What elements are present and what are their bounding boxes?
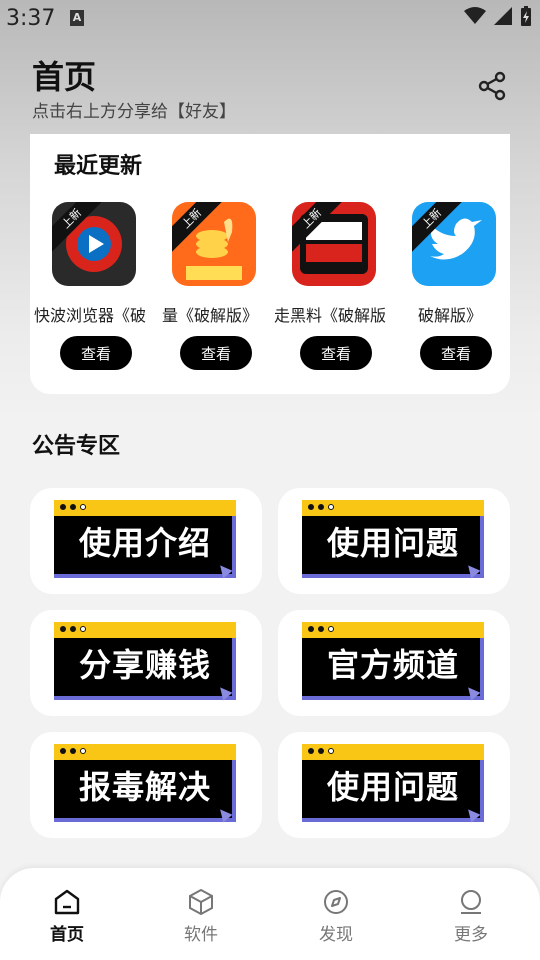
view-button[interactable]: 查看 (420, 336, 492, 370)
notice-tile[interactable]: 官方频道 (278, 610, 510, 716)
notice-banner: 使用问题 (302, 744, 484, 824)
box-icon (189, 888, 213, 916)
notice-label: 官方频道 (326, 646, 459, 684)
recent-app-list: 上新 快波浏览器《破 查看 上新 量《破解版》 查看 上新 走黑料《破解版 查看 (30, 202, 510, 382)
recent-heading: 最近更新 (54, 154, 143, 179)
nav-label: 软件 (184, 925, 218, 945)
notice-banner: 使用问题 (302, 500, 484, 580)
bottom-nav: 首页 软件 发现 更多 (0, 868, 540, 960)
view-button[interactable]: 查看 (180, 336, 252, 370)
status-icons (464, 6, 532, 26)
compass-icon (324, 890, 348, 914)
app-card[interactable]: 上新 走黑料《破解版 查看 (270, 202, 390, 382)
battery-icon (521, 6, 531, 26)
notice-banner: 使用介绍 (54, 500, 236, 580)
app-card[interactable]: 上新 快波浏览器《破 查看 (30, 202, 150, 382)
nav-item-more[interactable]: 更多 (431, 888, 511, 948)
notice-banner: 报毒解决 (54, 744, 236, 824)
signal-icon (494, 7, 512, 25)
app-name: 走黑料《破解版 (273, 306, 386, 325)
nav-label: 更多 (454, 925, 488, 945)
notice-label: 分享赚钱 (78, 646, 211, 684)
nav-label: 发现 (319, 925, 353, 945)
page-title: 首页 (32, 58, 97, 96)
notice-tile[interactable]: 使用问题 (278, 488, 510, 594)
app-name: 快波浏览器《破 (33, 306, 146, 325)
notice-banner: 官方频道 (302, 622, 484, 702)
nav-label: 首页 (50, 925, 84, 945)
app-name: 量《破解版》 (161, 306, 258, 325)
notice-tile[interactable]: 使用介绍 (30, 488, 262, 594)
app-icon[interactable]: 上新 (292, 202, 376, 286)
view-button[interactable]: 查看 (300, 336, 372, 370)
notice-label: 使用介绍 (78, 524, 211, 562)
nav-item-discover[interactable]: 发现 (296, 888, 376, 948)
status-bar: 3:37 A (0, 0, 540, 36)
view-button[interactable]: 查看 (60, 336, 132, 370)
app-card[interactable]: 上新 破解版》 查看 (390, 202, 510, 382)
share-icon[interactable] (476, 70, 508, 102)
notice-label: 使用问题 (326, 768, 459, 806)
nav-item-home[interactable]: 首页 (27, 888, 107, 948)
notice-banner: 分享赚钱 (54, 622, 236, 702)
wifi-icon (464, 7, 486, 24)
page-subtitle: 点击右上方分享给【好友】 (32, 102, 236, 122)
notice-heading: 公告专区 (32, 434, 121, 459)
recent-updates-card: 最近更新 上新 快波浏览器《破 查看 上新 量《破解版》 查看 上新 走黑料《破… (30, 134, 510, 394)
app-icon[interactable]: 上新 (52, 202, 136, 286)
notice-label: 使用问题 (326, 524, 459, 562)
status-time: 3:37 (6, 6, 56, 31)
app-icon[interactable]: 上新 (172, 202, 256, 286)
user-icon (461, 890, 481, 914)
notice-tile[interactable]: 使用问题 (278, 732, 510, 838)
app-card[interactable]: 上新 量《破解版》 查看 (150, 202, 270, 382)
notice-tile[interactable]: 报毒解决 (30, 732, 262, 838)
nav-item-software[interactable]: 软件 (161, 888, 241, 948)
home-icon (54, 889, 80, 915)
notice-label: 报毒解决 (78, 768, 211, 806)
app-name: 破解版》 (417, 306, 482, 325)
notice-tile[interactable]: 分享赚钱 (30, 610, 262, 716)
app-icon[interactable]: 上新 (412, 202, 496, 286)
notification-icon: A (70, 10, 84, 26)
